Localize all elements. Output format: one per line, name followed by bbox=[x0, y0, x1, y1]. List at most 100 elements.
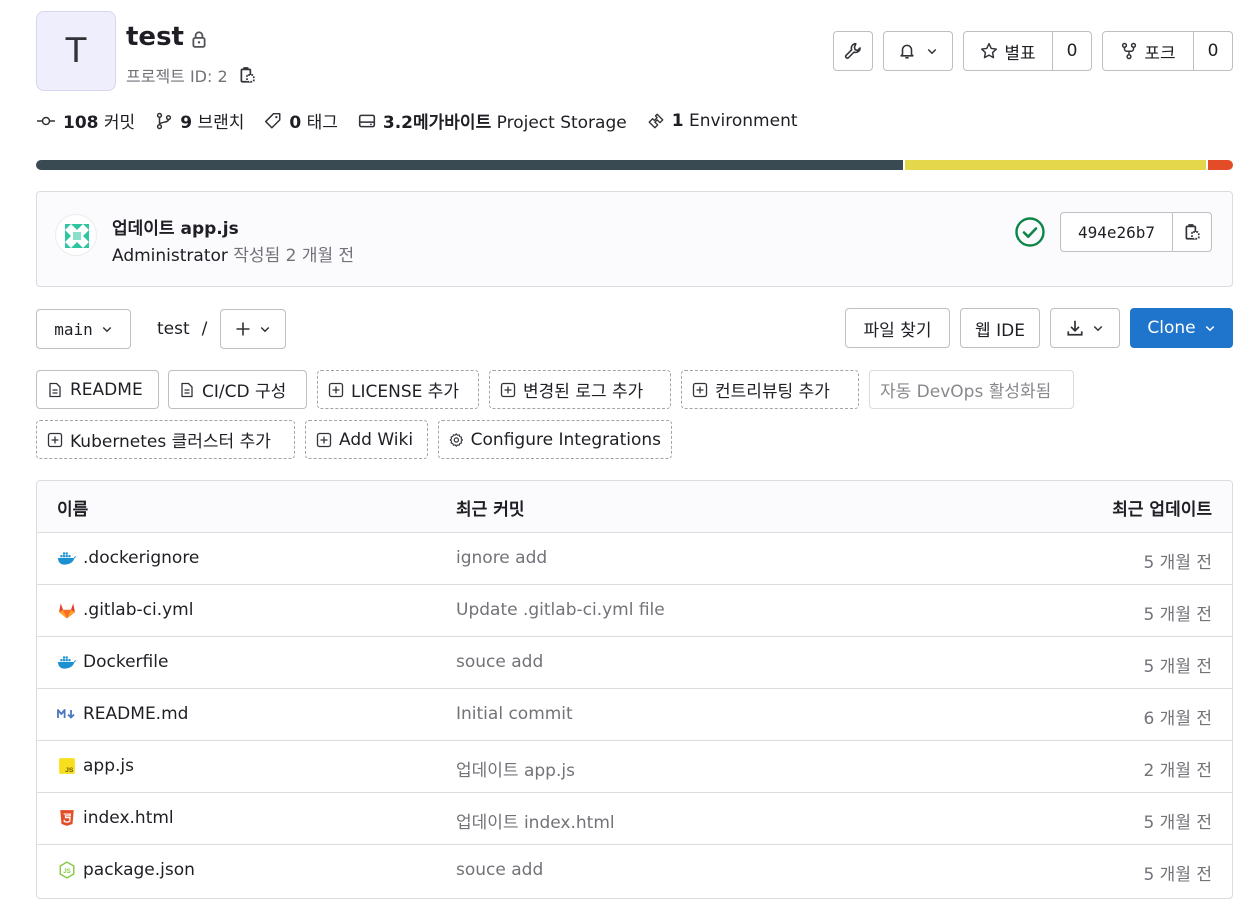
file-name-cell[interactable]: .dockerignore bbox=[57, 548, 199, 568]
table-row[interactable]: Dockerfile souce add 5 개월 전 bbox=[37, 637, 1232, 689]
plus-square-icon bbox=[328, 382, 344, 397]
add-wiki-button[interactable]: Add Wiki bbox=[305, 420, 428, 459]
star-button[interactable]: 별표 0 bbox=[963, 31, 1092, 71]
language-bar bbox=[36, 160, 1233, 170]
stat-branches[interactable]: 9 브랜치 bbox=[155, 108, 244, 133]
star-count[interactable]: 0 bbox=[1067, 41, 1078, 61]
pipeline-passed-icon[interactable] bbox=[1014, 216, 1046, 248]
svg-text:JS: JS bbox=[63, 868, 71, 875]
add-changelog-button[interactable]: 변경된 로그 추가 bbox=[489, 370, 671, 409]
table-row[interactable]: README.md Initial commit 6 개월 전 bbox=[37, 689, 1232, 741]
commit-message[interactable]: 업데이트 index.html bbox=[456, 808, 615, 833]
commit-meta: Administrator 작성됨 2 개월 전 bbox=[112, 241, 354, 266]
branch-icon bbox=[157, 112, 172, 129]
plus-square-icon bbox=[47, 432, 63, 447]
gitlab-icon bbox=[57, 600, 77, 620]
readme-button[interactable]: README bbox=[36, 370, 159, 409]
settings-button[interactable] bbox=[833, 31, 873, 71]
stat-storage[interactable]: 3.2메가바이트 Project Storage bbox=[358, 108, 627, 133]
web-ide-button[interactable]: 웹 IDE bbox=[960, 308, 1040, 348]
add-kubernetes-button[interactable]: Kubernetes 클러스터 추가 bbox=[36, 420, 295, 459]
chevron-down-icon bbox=[102, 326, 112, 333]
add-wiki-label: Add Wiki bbox=[339, 429, 414, 450]
copy-icon[interactable] bbox=[238, 66, 256, 84]
file-name[interactable]: app.js bbox=[83, 756, 134, 776]
file-name[interactable]: .dockerignore bbox=[83, 548, 199, 568]
stat-tags[interactable]: 0 태그 bbox=[264, 108, 338, 133]
add-file-dropdown[interactable] bbox=[220, 309, 286, 349]
file-name[interactable]: index.html bbox=[83, 808, 174, 828]
table-row[interactable]: .dockerignore ignore add 5 개월 전 bbox=[37, 533, 1232, 585]
project-stats: 108 커밋 9 브랜치 0 태그 3.2메가바이트 Project Stora… bbox=[36, 108, 798, 133]
commit-message[interactable]: souce add bbox=[456, 860, 543, 880]
commit-message[interactable]: 업데이트 app.js bbox=[456, 756, 575, 781]
stat-storage-label: Project Storage bbox=[496, 113, 627, 133]
fork-count[interactable]: 0 bbox=[1208, 41, 1219, 61]
cicd-button[interactable]: CI/CD 구성 bbox=[168, 370, 307, 409]
chevron-down-icon bbox=[927, 48, 937, 55]
commit-time: 작성됨 2 개월 전 bbox=[233, 246, 355, 266]
plus-icon bbox=[236, 322, 250, 336]
environment-icon bbox=[648, 113, 664, 128]
commit-author[interactable]: Administrator bbox=[112, 246, 228, 266]
configure-integrations-button[interactable]: Configure Integrations bbox=[438, 420, 672, 459]
fork-button[interactable]: 포크 0 bbox=[1102, 31, 1233, 71]
updated-time: 6 개월 전 bbox=[1143, 709, 1212, 729]
commit-message[interactable]: souce add bbox=[456, 652, 543, 672]
commit-message[interactable]: Initial commit bbox=[456, 704, 573, 724]
file-name-cell[interactable]: .gitlab-ci.yml bbox=[57, 600, 193, 620]
commit-title[interactable]: 업데이트 app.js bbox=[112, 214, 239, 239]
updated-time: 5 개월 전 bbox=[1143, 553, 1212, 573]
table-row[interactable]: JS app.js 업데이트 app.js 2 개월 전 bbox=[37, 741, 1232, 793]
file-name-cell[interactable]: README.md bbox=[57, 704, 188, 724]
language-segment bbox=[36, 160, 904, 170]
commit-sha[interactable]: 494e26b7 bbox=[1061, 213, 1173, 251]
stat-environments-value: 1 bbox=[671, 110, 684, 131]
project-avatar[interactable]: T bbox=[36, 11, 116, 91]
commit-message[interactable]: ignore add bbox=[456, 548, 547, 568]
file-name[interactable]: .gitlab-ci.yml bbox=[83, 600, 193, 620]
file-tree-table: 이름 최근 커밋 최근 업데이트 .dockerignore ignore add… bbox=[36, 480, 1233, 899]
fork-label: 포크 bbox=[1144, 43, 1176, 64]
copy-sha-button[interactable] bbox=[1173, 213, 1211, 251]
file-name[interactable]: README.md bbox=[83, 704, 188, 724]
file-name[interactable]: package.json bbox=[83, 860, 195, 880]
project-avatar-letter: T bbox=[65, 31, 87, 71]
stat-commits[interactable]: 108 커밋 bbox=[36, 108, 135, 133]
file-name[interactable]: Dockerfile bbox=[83, 652, 168, 672]
clone-dropdown[interactable]: Clone bbox=[1130, 308, 1233, 348]
file-name-cell[interactable]: JS app.js bbox=[57, 756, 134, 776]
file-name-cell[interactable]: JS package.json bbox=[57, 860, 195, 880]
table-row[interactable]: JS package.json souce add 5 개월 전 bbox=[37, 845, 1232, 897]
find-file-button[interactable]: 파일 찾기 bbox=[845, 308, 950, 348]
commit-message[interactable]: Update .gitlab-ci.yml file bbox=[456, 600, 665, 620]
breadcrumb-separator: / bbox=[201, 319, 208, 339]
download-dropdown[interactable] bbox=[1050, 308, 1120, 348]
add-license-button[interactable]: LICENSE 추가 bbox=[317, 370, 479, 409]
bell-icon bbox=[900, 44, 914, 59]
markdown-icon bbox=[57, 704, 77, 724]
commit-author-avatar[interactable] bbox=[55, 214, 97, 256]
web-ide-label: 웹 IDE bbox=[975, 320, 1025, 341]
stat-environments-label: Environment bbox=[688, 110, 798, 131]
branch-name: main bbox=[54, 319, 93, 339]
wrench-icon bbox=[844, 42, 861, 59]
notification-button[interactable] bbox=[883, 31, 953, 71]
updated-time: 5 개월 전 bbox=[1143, 813, 1212, 833]
header-name: 이름 bbox=[57, 500, 89, 520]
auto-devops-badge[interactable]: 자동 DevOps 활성화됨 bbox=[869, 370, 1074, 409]
table-row[interactable]: .gitlab-ci.yml Update .gitlab-ci.yml file… bbox=[37, 585, 1232, 637]
file-name-cell[interactable]: index.html bbox=[57, 808, 174, 828]
project-name[interactable]: test bbox=[126, 22, 184, 52]
tag-icon bbox=[265, 112, 281, 128]
branch-selector[interactable]: main bbox=[36, 309, 131, 349]
stat-branches-label: 브랜치 bbox=[197, 113, 245, 133]
stat-environments[interactable]: 1 Environment bbox=[647, 111, 798, 131]
add-contributing-button[interactable]: 컨트리뷰팅 추가 bbox=[681, 370, 859, 409]
breadcrumb-root[interactable]: test bbox=[157, 319, 190, 339]
stat-commits-value: 108 bbox=[63, 113, 99, 133]
plus-square-icon bbox=[692, 382, 708, 397]
table-row[interactable]: index.html 업데이트 index.html 5 개월 전 bbox=[37, 793, 1232, 845]
svg-text:JS: JS bbox=[65, 767, 74, 774]
file-name-cell[interactable]: Dockerfile bbox=[57, 652, 168, 672]
